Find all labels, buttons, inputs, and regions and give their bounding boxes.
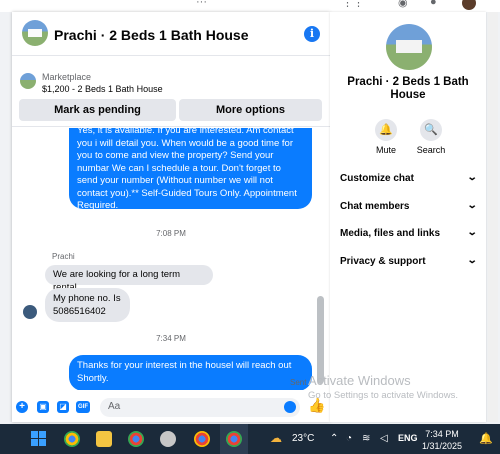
marketplace-label: Marketplace (42, 72, 92, 82)
clock-time: 7:34 PM (425, 429, 459, 439)
sticker-icon[interactable]: ◪ (57, 401, 69, 413)
message-outgoing[interactable]: Thanks for your interest in the housel w… (69, 355, 312, 390)
taskbar: ☁ 23°C ⌃ ◔ ≋ ◁ ENG 7:34 PM 1/31/2025 🔔 (0, 424, 500, 454)
activate-windows-subtitle: Go to Settings to activate Windows. (308, 390, 458, 401)
more-options-button[interactable]: More options (179, 99, 322, 121)
account-avatar[interactable] (460, 0, 478, 12)
info-icon[interactable]: i (304, 26, 320, 42)
tray-expand-icon[interactable]: ⌃ (330, 433, 338, 444)
chrome-icon[interactable] (194, 431, 210, 447)
section-media-files-links[interactable]: Media, files and links ⌄ (340, 227, 480, 244)
section-label: Media, files and links (340, 228, 441, 239)
windows-logo-icon (31, 439, 38, 446)
menu-grid-icon[interactable]: ⋮⋮ (342, 0, 364, 9)
chevron-down-icon: ⌄ (466, 200, 478, 211)
windows-logo-icon (31, 431, 38, 438)
gif-icon[interactable]: GIF (76, 401, 90, 413)
bell-icon: 🔔 (375, 119, 397, 141)
page-scrollbar[interactable] (488, 12, 498, 422)
chrome-icon[interactable] (226, 431, 242, 447)
listing-thumbnail[interactable] (20, 73, 36, 89)
listing-description[interactable]: $1,200 - 2 Beds 1 Bath House (42, 84, 163, 94)
message-incoming[interactable]: My phone no. Is 5086516402 (45, 288, 130, 322)
chat-scrollbar[interactable] (316, 128, 325, 390)
timestamp: 7:34 PM (156, 334, 186, 343)
section-label: Chat members (340, 201, 410, 212)
weather-icon[interactable]: ☁ (270, 431, 286, 445)
top-toolbar: ··· ⋮⋮ ◉ ● (0, 0, 500, 12)
chevron-down-icon: ⌄ (466, 227, 478, 238)
section-label: Privacy & support (340, 256, 426, 267)
message-list[interactable]: Yes, it is available. If you are interes… (12, 128, 330, 390)
section-privacy-support[interactable]: Privacy & support ⌄ (340, 255, 480, 272)
message-outgoing[interactable]: Yes, it is available. If you are interes… (69, 128, 312, 211)
file-explorer-icon[interactable] (96, 431, 112, 447)
system-clock[interactable]: 7:34 PM 1/31/2025 (420, 428, 464, 452)
chrome-icon[interactable] (64, 431, 80, 447)
image-icon[interactable]: ▣ (37, 401, 49, 413)
section-customize-chat[interactable]: Customize chat ⌄ (340, 172, 480, 189)
chevron-down-icon: ⌄ (466, 255, 478, 266)
chrome-icon[interactable] (128, 431, 144, 447)
notification-bell-icon[interactable]: 🔔 (479, 432, 493, 445)
volume-icon[interactable]: ◁ (380, 433, 388, 444)
search-label: Search (416, 145, 446, 155)
mute-label: Mute (375, 145, 396, 155)
messenger-icon[interactable]: ◉ (398, 0, 408, 9)
section-label: Customize chat (340, 173, 414, 184)
search-icon: 🔍 (420, 119, 442, 141)
conversation-name: Prachi · 2 Beds 1 Bath House (347, 76, 469, 101)
clock-date: 1/31/2025 (421, 441, 463, 451)
ellipsis-icon[interactable]: ··· (196, 0, 207, 8)
timestamp: 7:08 PM (156, 229, 186, 238)
app-icon[interactable] (160, 431, 176, 447)
sent-status: Sent (290, 378, 307, 387)
conversation-info-panel: Prachi · 2 Beds 1 Bath House 🔔 Mute 🔍 Se… (330, 12, 486, 422)
windows-logo-icon (39, 431, 46, 438)
mute-button[interactable]: 🔔 Mute (366, 119, 406, 155)
sender-avatar[interactable] (23, 305, 37, 319)
listing-avatar[interactable] (22, 20, 48, 46)
message-composer: + ▣ ◪ GIF Aa 👍 (12, 392, 330, 422)
message-incoming[interactable]: We are looking for a long term rental (45, 265, 213, 293)
start-button[interactable] (31, 431, 47, 447)
section-chat-members[interactable]: Chat members ⌄ (340, 200, 480, 217)
emoji-icon[interactable] (284, 401, 296, 413)
chat-title[interactable]: Prachi · 2 Beds 1 Bath House (54, 27, 249, 43)
mark-as-pending-button[interactable]: Mark as pending (19, 99, 176, 121)
plus-icon[interactable]: + (16, 401, 28, 413)
marketplace-card: Marketplace $1,200 - 2 Beds 1 Bath House… (12, 57, 330, 127)
listing-photo[interactable] (386, 24, 432, 70)
temperature[interactable]: 23°C (292, 433, 314, 444)
scrollbar-thumb[interactable] (317, 296, 324, 384)
search-button[interactable]: 🔍 Search (411, 119, 451, 155)
wifi-icon[interactable]: ≋ (362, 433, 370, 444)
windows-logo-icon (39, 439, 46, 446)
language-indicator[interactable]: ENG (398, 433, 418, 443)
chat-header: Prachi · 2 Beds 1 Bath House i (12, 12, 330, 56)
chat-window: Prachi · 2 Beds 1 Bath House i Marketpla… (12, 12, 330, 422)
chevron-down-icon: ⌄ (466, 172, 478, 183)
notification-icon[interactable]: ● (430, 0, 437, 8)
sender-name: Prachi (52, 252, 75, 261)
message-input[interactable]: Aa (100, 398, 300, 417)
activate-windows-title: Activate Windows (308, 373, 411, 388)
network-icon[interactable]: ◔ (346, 433, 352, 444)
